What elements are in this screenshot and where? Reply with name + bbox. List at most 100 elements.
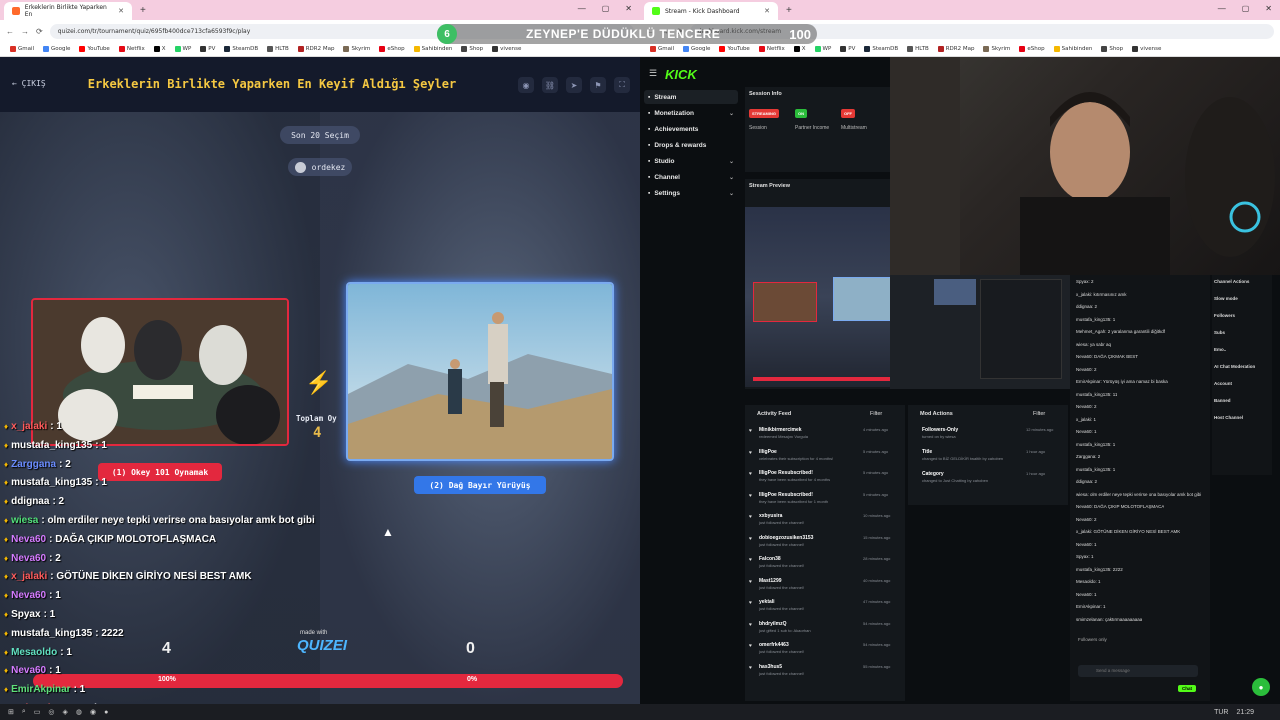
start-icon[interactable]: ⊞ [8,708,14,716]
message-input[interactable]: Send a message [1078,665,1198,677]
bookmark-item[interactable]: Gmail [650,46,674,52]
bookmark-item[interactable]: PV [200,46,215,52]
stream-preview-video[interactable] [745,207,903,387]
new-tab-icon[interactable]: + [140,5,146,16]
mod-name: Title [922,449,933,455]
nav-item-settings[interactable]: ▪ Settings ⌄ [644,186,738,200]
mod-filter-button[interactable]: Filter [1033,411,1045,417]
nav-item-monetization[interactable]: ▪ Monetization ⌄ [644,106,738,120]
channel-action-item[interactable]: Subs [1214,330,1225,335]
channel-action-item[interactable]: Emo.. [1214,347,1226,352]
tab-quiz[interactable]: Erkeklerin Birlikte Yaparken En ✕ [4,2,132,20]
bookmark-item[interactable]: eShop [1019,46,1045,52]
back-icon[interactable]: ← [6,27,14,36]
bookmark-item[interactable]: WP [814,46,831,52]
whatsapp-icon[interactable]: ◉ [90,708,96,716]
nav-item-achievements[interactable]: ▪ Achievements [644,122,738,136]
option-1-image[interactable] [31,298,289,446]
bookmark-item[interactable]: RDR2 Map [297,46,335,52]
kick-chat-line: x_jalaki: 1 [1076,416,1097,422]
channel-action-item[interactable]: Banned [1214,398,1231,403]
bookmark-icon [758,46,765,52]
bookmark-item[interactable]: eShop [379,46,405,52]
minimize-icon[interactable]: — [1218,4,1226,13]
channel-action-item[interactable]: Followers [1214,313,1235,318]
bookmark-item[interactable]: RDR2 Map [937,46,974,52]
maximize-icon[interactable]: ▢ [1242,4,1250,13]
nav-icon: ▪ [648,109,651,117]
bookmark-item[interactable]: Sahibinden [413,46,452,52]
close-window-icon[interactable]: ✕ [625,4,632,13]
flag-icon[interactable]: ⚑ [590,77,606,93]
channel-action-item[interactable]: Host Channel [1214,415,1243,420]
obs-icon[interactable]: ● [104,709,108,716]
taskbar-clock[interactable]: 21:29 [1236,709,1254,716]
close-icon[interactable]: ✕ [118,7,124,15]
option-2-button[interactable]: (2) Dağ Bayır Yürüyüş [414,476,546,494]
option-1-button[interactable]: (1) Okey 101 Oynamak [98,463,222,481]
share-icon[interactable]: ➤ [566,77,582,93]
taskbar-lang[interactable]: TUR [1214,709,1228,716]
bookmark-icon [224,46,231,52]
bookmark-item[interactable]: Gmail [10,46,34,52]
nav-item-studio[interactable]: ▪ Studio ⌄ [644,154,738,168]
bookmark-item[interactable]: Shop [461,46,483,52]
bookmark-item[interactable]: YouTube [79,46,110,52]
channel-action-item[interactable]: Slow mode [1214,296,1238,301]
menu-icon[interactable]: ☰ [649,68,657,79]
nav-label: Studio [654,157,675,165]
nav-item-drops-rewards[interactable]: ▪ Drops & rewards [644,138,738,152]
nav-item-channel[interactable]: ▪ Channel ⌄ [644,170,738,184]
bookmark-item[interactable]: Google [683,46,710,52]
bookmark-item[interactable]: X [793,46,806,52]
fullscreen-icon[interactable]: ⛶ [614,77,630,93]
chat-send-button[interactable]: Chat [1178,685,1196,692]
bookmark-item[interactable]: X [153,46,166,52]
channel-action-item[interactable]: AI Chat Moderation [1214,364,1255,369]
bookmark-item[interactable]: Netflix [118,46,145,52]
bookmark-label: Sahibinden [1061,46,1093,52]
eye-icon[interactable]: ◉ [518,77,534,93]
bookmark-item[interactable]: vivense [492,46,521,52]
bookmark-item[interactable]: Shop [1101,46,1123,52]
bookmark-item[interactable]: Netflix [758,46,785,52]
bookmark-item[interactable]: Skyrim [983,46,1010,52]
folder-icon[interactable]: ▭ [34,708,41,716]
new-tab-icon[interactable]: + [786,5,792,16]
bookmark-label: RDR2 Map [305,46,335,52]
bookmark-item[interactable]: vivense [1132,46,1161,52]
bookmark-item[interactable]: SteamDB [864,46,898,52]
channel-action-item[interactable]: Channel Actions [1214,279,1249,284]
nav-item-stream[interactable]: ▪ Stream [644,90,738,104]
search-icon[interactable]: ⌕ [22,708,26,716]
bookmark-item[interactable]: HLTB [267,46,289,52]
bookmark-item[interactable]: Google [43,46,70,52]
option-2-image[interactable] [346,282,614,461]
discord-icon[interactable]: ◈ [63,708,68,716]
chat-username: x_jalaki [11,571,48,583]
steam-icon[interactable]: ◍ [76,708,82,716]
bookmark-item[interactable]: WP [174,46,191,52]
reload-icon[interactable]: ⟳ [36,27,43,36]
bookmark-item[interactable]: PV [840,46,855,52]
close-window-icon[interactable]: ✕ [1265,4,1272,13]
link-icon[interactable]: ⛓ [542,77,558,93]
maximize-icon[interactable]: ▢ [602,4,610,13]
bookmark-icon [461,46,468,52]
bookmark-item[interactable]: Skyrim [343,46,370,52]
channel-action-item[interactable]: Account [1214,381,1232,386]
minimize-icon[interactable]: — [578,4,586,13]
browser-icon[interactable]: ◎ [48,708,54,716]
activity-filter-button[interactable]: Filter [870,411,882,417]
bookmark-item[interactable]: Sahibinden [1053,46,1093,52]
feed-name: xxbyusira [759,513,783,519]
bookmark-item[interactable]: YouTube [719,46,750,52]
close-icon[interactable]: ✕ [764,7,770,15]
bookmark-item[interactable]: HLTB [907,46,929,52]
bookmark-item[interactable]: SteamDB [224,46,258,52]
help-icon[interactable]: ● [1252,678,1270,696]
tab-kick[interactable]: Stream - Kick Dashboard ✕ [644,2,778,20]
feed-detail: just followed the channel! [759,520,804,525]
forward-icon[interactable]: → [21,27,29,36]
feed-detail: just followed the channel! [759,584,804,590]
